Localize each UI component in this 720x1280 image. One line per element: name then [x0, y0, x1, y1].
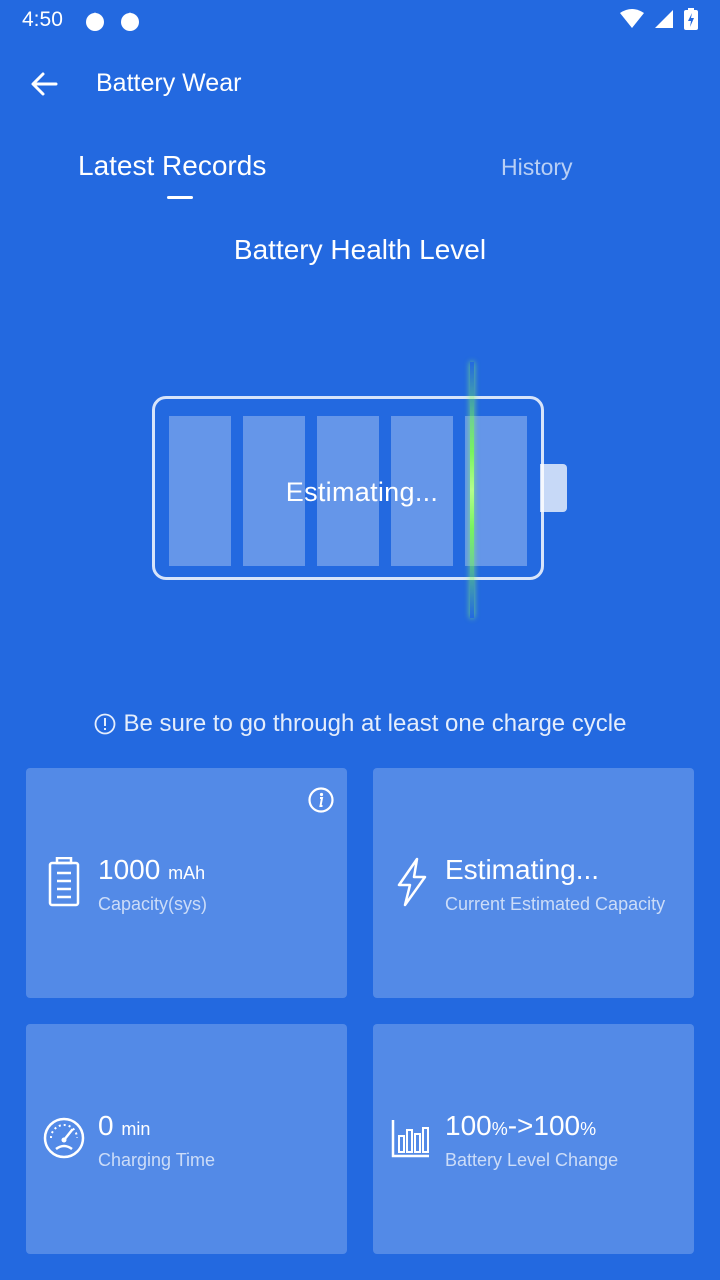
speedometer-icon — [42, 1112, 86, 1164]
capacity-card: 1000 mAh Capacity(sys) — [26, 768, 347, 998]
capacity-value: 1000 mAh — [98, 854, 206, 885]
exclamation-circle-icon — [94, 713, 116, 735]
capacity-unit: mAh — [168, 863, 206, 883]
battery-level-change-value: 100%->100% — [445, 1110, 597, 1141]
toolbar: Battery Wear — [0, 54, 720, 114]
tab-indicator — [167, 196, 193, 199]
battery-icon — [42, 856, 86, 908]
hint-text: Be sure to go through at least one charg… — [123, 710, 627, 737]
battery-body: Estimating... — [152, 396, 544, 580]
battery-level-change-label: Battery Level Change — [445, 1150, 619, 1170]
signal-icon — [654, 9, 674, 34]
charging-time-card: 0 min Charging Time — [26, 1024, 347, 1254]
battery-wear-screen: 4:50 Battery Wear Latest Records History… — [0, 0, 720, 1280]
info-button[interactable] — [307, 786, 335, 814]
estimated-capacity-card: Estimating... Current Estimated Capacity — [373, 768, 694, 998]
tab-latest-records[interactable]: Latest Records — [78, 150, 266, 182]
charging-time-value: 0 min — [98, 1110, 151, 1141]
battery-status-icon — [684, 8, 698, 35]
estimated-capacity-label: Current Estimated Capacity — [445, 894, 666, 914]
back-button[interactable] — [22, 64, 66, 104]
arrow-left-icon — [31, 72, 58, 96]
estimated-capacity-value: Estimating... — [445, 854, 600, 885]
charging-time-unit: min — [121, 1119, 151, 1139]
tab-history[interactable]: History — [501, 154, 573, 181]
lightning-icon — [389, 856, 433, 908]
status-bar: 4:50 — [0, 0, 720, 40]
charging-time-label: Charging Time — [98, 1150, 216, 1170]
battery-status-text: Estimating... — [285, 477, 439, 507]
capacity-label: Capacity(sys) — [98, 894, 208, 914]
notification-icon — [119, 10, 139, 31]
info-icon — [308, 787, 334, 813]
scan-line — [470, 362, 474, 618]
charge-cycle-hint: Be sure to go through at least one charg… — [0, 710, 720, 738]
section-title: Battery Health Level — [233, 234, 487, 265]
page-title: Battery Wear — [96, 69, 242, 97]
battery-graphic: Estimating... — [152, 396, 544, 580]
status-icons — [620, 8, 698, 35]
bar-chart-icon — [389, 1112, 433, 1164]
battery-cap — [540, 464, 567, 512]
tab-bar: Latest Records History — [0, 140, 720, 210]
battery-level-change-card: 100%->100% Battery Level Change — [373, 1024, 694, 1254]
status-time: 4:50 — [22, 8, 63, 31]
wifi-icon — [620, 9, 644, 34]
notification-icon — [84, 10, 104, 31]
